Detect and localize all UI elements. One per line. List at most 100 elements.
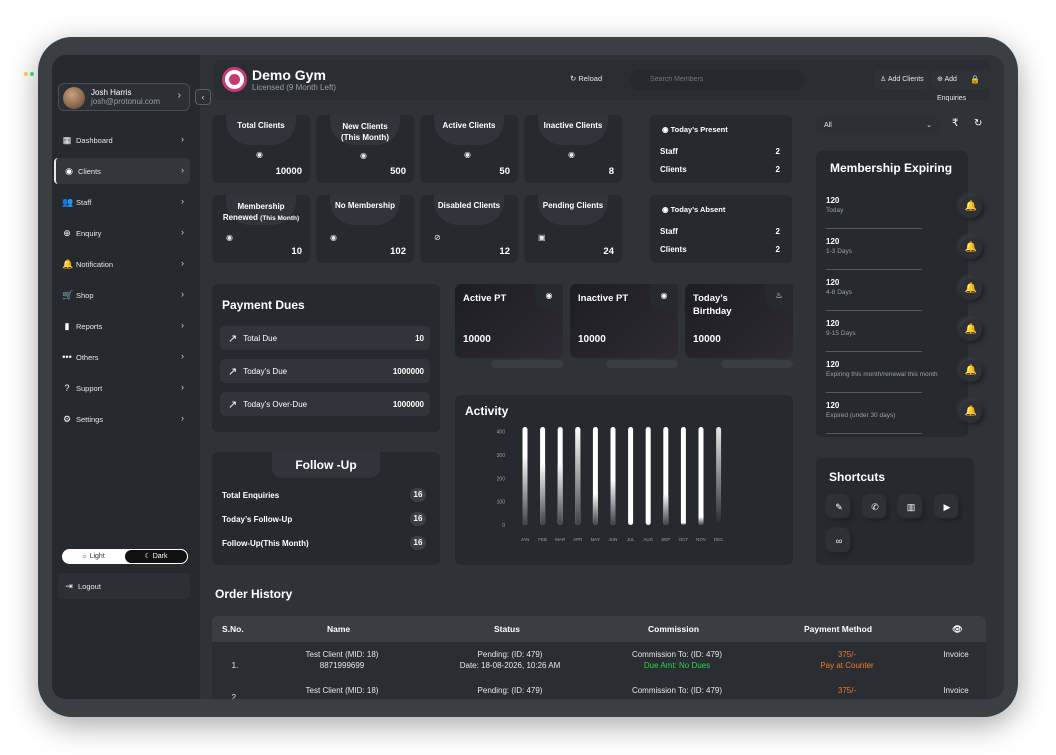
chevron-right-icon: ›: [181, 382, 184, 392]
window-dot-green[interactable]: [30, 72, 34, 76]
follow-up-row[interactable]: Follow-Up(This Month) 16: [222, 536, 426, 550]
expiring-label: 1-3 Days: [826, 248, 853, 255]
expiring-item[interactable]: 120 Expiring this month/renewal this mont…: [826, 360, 966, 400]
x-tick-label: APR: [573, 537, 583, 542]
activity-bar[interactable]: [663, 493, 669, 526]
user-profile[interactable]: Josh Harris josh@protonui.com ›: [58, 83, 190, 111]
follow-up-row[interactable]: Today’s Follow-Up 16: [222, 512, 426, 526]
sidebar-item-settings[interactable]: ⚙ Settings ›: [54, 406, 190, 432]
todays-due-row[interactable]: ↗ Today’s Due 1000000: [220, 359, 430, 383]
bell-icon[interactable]: 🔔: [960, 278, 982, 300]
total-due-row[interactable]: ↗ Total Due 10: [220, 326, 430, 350]
chevron-right-icon: ›: [181, 320, 184, 330]
column-header: Status: [494, 624, 520, 634]
stat-card-active-clients[interactable]: Active Clients ◉ 50: [420, 115, 518, 183]
theme-toggle[interactable]: ☼ Light ☾ Dark: [62, 549, 188, 564]
activity-bar[interactable]: [575, 427, 581, 525]
shortcut-whatsapp-icon[interactable]: ✆: [864, 496, 886, 518]
shortcut-edit-icon[interactable]: ✎: [828, 496, 850, 518]
activity-bar[interactable]: [716, 427, 722, 525]
activity-bar[interactable]: [540, 463, 546, 525]
bell-icon[interactable]: 🔔: [960, 196, 982, 218]
invoice-link[interactable]: Invoice: [934, 649, 978, 660]
eye-icon[interactable]: 👁: [952, 624, 963, 635]
refresh-button[interactable]: ↻: [974, 118, 982, 129]
inactive-pt-card[interactable]: Inactive PT ◉ 10000: [570, 284, 678, 368]
expiring-item[interactable]: 120 4-8 Days: [826, 278, 956, 318]
activity-bar[interactable]: [680, 522, 686, 525]
sidebar-item-others[interactable]: ••• Others ›: [54, 344, 190, 370]
stat-card-no-membership[interactable]: No Membership ◉ 102: [316, 195, 414, 263]
activity-bar[interactable]: [522, 455, 528, 525]
bar-track: [680, 427, 686, 525]
pt-value: 10000: [578, 334, 606, 345]
activity-bar[interactable]: [557, 463, 563, 525]
row-value: 1000000: [392, 366, 424, 376]
invoice-link[interactable]: Invoice: [934, 685, 978, 696]
stat-card-pending-clients[interactable]: Pending Clients ▣ 24: [524, 195, 622, 263]
follow-up-row[interactable]: Total Enquiries 16: [222, 488, 426, 502]
currency-button[interactable]: ₹: [952, 118, 958, 129]
x-tick-label: MAY: [591, 537, 600, 542]
theme-dark-option[interactable]: ☾ Dark: [124, 549, 188, 564]
expiring-item[interactable]: 120 9-15 Days: [826, 319, 956, 359]
shortcut-link-icon[interactable]: ∞: [828, 530, 850, 552]
bell-icon[interactable]: 🔔: [960, 401, 982, 423]
gym-name: Demo Gym: [252, 67, 326, 83]
sidebar-item-clients[interactable]: ◉ Clients ›: [54, 158, 190, 184]
column-header: Name: [327, 624, 351, 634]
payment-method: Pay at Counter: [820, 661, 874, 670]
cake-icon: ♨: [765, 284, 793, 310]
window-dot-yellow[interactable]: [24, 72, 28, 76]
sidebar-item-reports[interactable]: ▮ Reports ›: [54, 313, 190, 339]
card-tab: [538, 115, 608, 145]
activity-bar[interactable]: [592, 493, 598, 526]
bar-track: [698, 427, 704, 525]
stat-card-inactive-clients[interactable]: Inactive Clients ◉ 8: [524, 115, 622, 183]
count-badge: 16: [410, 536, 426, 550]
theme-light-label: Light: [89, 553, 105, 560]
sidebar-collapse-button[interactable]: ‹: [195, 89, 211, 105]
shortcut-chart-icon[interactable]: ▥: [900, 496, 922, 518]
order-history-header: S.No. Name Status Commission Payment Met…: [212, 616, 986, 642]
stat-card-disabled-clients[interactable]: Disabled Clients ⊘ 12: [420, 195, 518, 263]
user-circle-icon: ◉: [535, 284, 563, 310]
sidebar-item-enquiry[interactable]: ⊕ Enquiry ›: [54, 220, 190, 246]
active-pt-card[interactable]: Active PT ◉ 10000: [455, 284, 563, 368]
lock-button[interactable]: 🔒: [966, 70, 984, 89]
bell-icon[interactable]: 🔔: [960, 319, 982, 341]
sidebar-item-support[interactable]: ? Support ›: [54, 375, 190, 401]
column-header: Payment Method: [804, 624, 873, 634]
sun-icon: ☼: [81, 553, 90, 560]
reload-button[interactable]: ↻ Reload: [570, 74, 602, 83]
follow-up-card: Follow -Up Total Enquiries 16 Today’s Fol…: [212, 452, 440, 565]
expiring-count: 120: [826, 319, 840, 328]
search-input[interactable]: [630, 70, 804, 90]
expiring-item[interactable]: 120 Expired (under 30 days): [826, 401, 956, 441]
stat-card-total-clients[interactable]: Total Clients ◉ 10000: [212, 115, 310, 183]
add-clients-button[interactable]: ♙ Add Clients: [874, 70, 930, 89]
activity-bar[interactable]: [610, 479, 616, 526]
pt-title: Inactive PT: [578, 293, 629, 304]
bell-icon[interactable]: 🔔: [960, 360, 982, 382]
expiring-item[interactable]: 120 1-3 Days: [826, 237, 956, 277]
user-circle-icon: ◉: [662, 205, 671, 214]
expiring-item[interactable]: 120 Today: [826, 196, 956, 236]
divider: [826, 269, 922, 270]
sidebar-item-dashboard[interactable]: ▦ Dashboard ›: [54, 127, 190, 153]
bell-icon[interactable]: 🔔: [960, 237, 982, 259]
shortcuts-card: Shortcuts ✎ ✆ ▥ ▶ ∞: [816, 458, 974, 565]
todays-birthday-card[interactable]: Today’s Birthday ♨ 10000: [685, 284, 793, 368]
stat-card-membership-renewed[interactable]: Membership Renewed (This Month) ◉ 10: [212, 195, 310, 263]
filter-select[interactable]: All ⌄: [816, 117, 940, 135]
todays-overdue-row[interactable]: ↗ Today’s Over-Due 1000000: [220, 392, 430, 416]
sidebar-item-shop[interactable]: 🛒 Shop ›: [54, 282, 190, 308]
stat-card-new-clients[interactable]: New Clients (This Month) ◉ 500: [316, 115, 414, 183]
sidebar-item-staff[interactable]: 👥 Staff ›: [54, 189, 190, 215]
logout-button[interactable]: ⇥ Logout: [58, 573, 190, 599]
commission-to: Commission To: (ID: 479): [631, 686, 723, 695]
activity-bar[interactable]: [698, 516, 704, 525]
theme-light-option[interactable]: ☼ Light: [62, 549, 124, 564]
sidebar-item-notification[interactable]: 🔔 Notification ›: [54, 251, 190, 277]
shortcut-youtube-icon[interactable]: ▶: [936, 496, 958, 518]
